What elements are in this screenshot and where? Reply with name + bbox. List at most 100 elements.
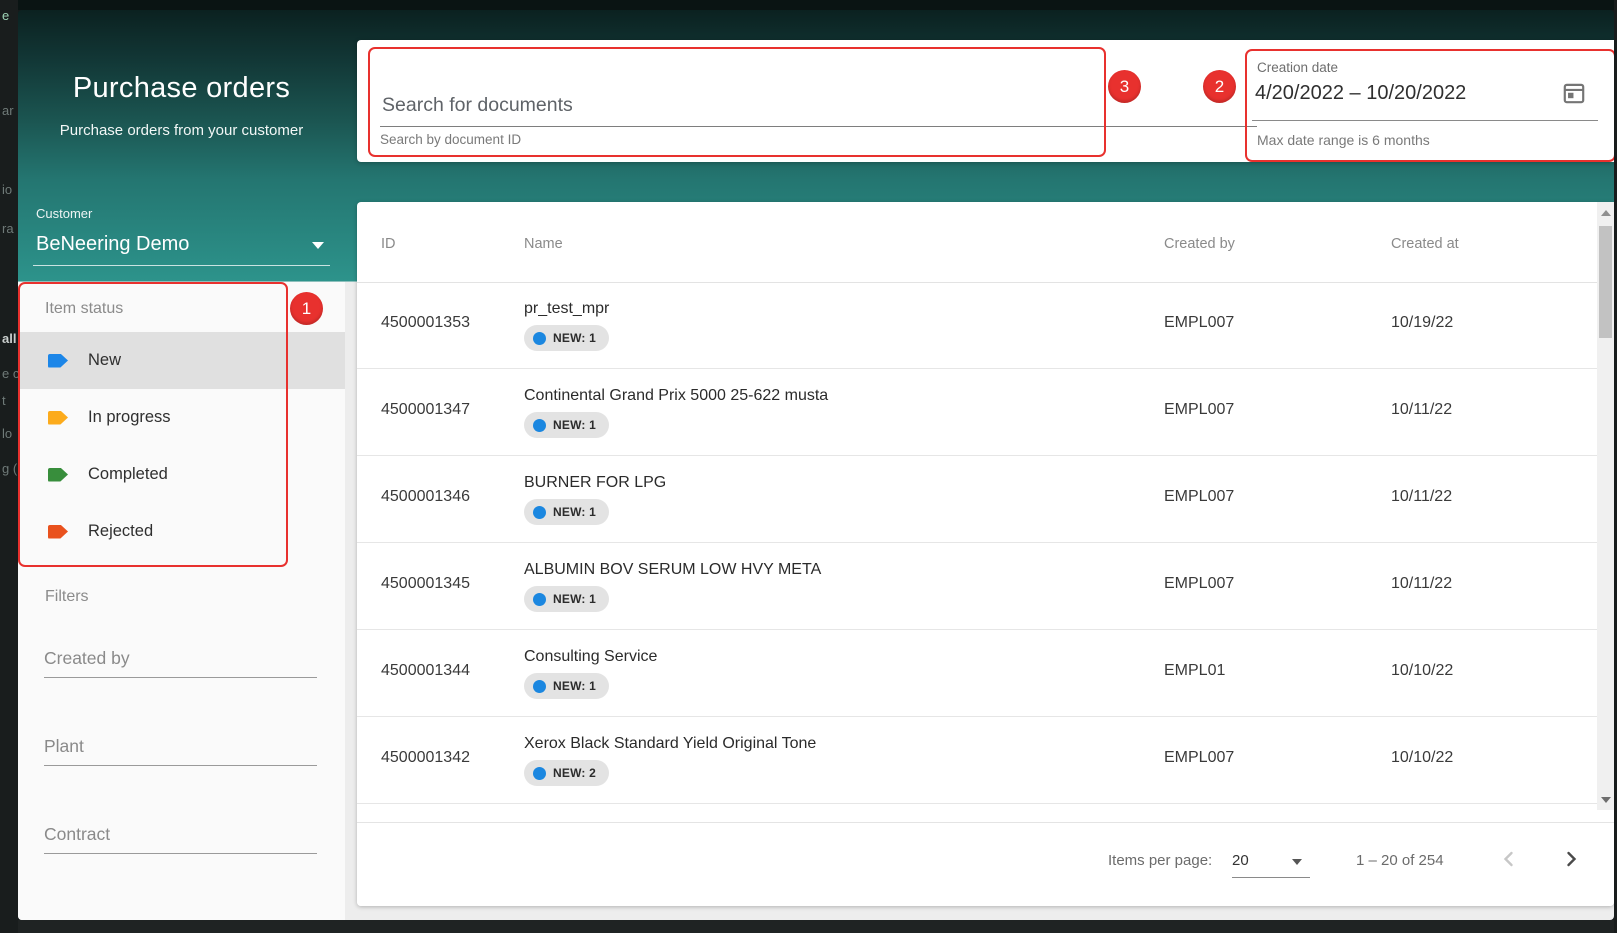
search-input[interactable] (380, 84, 1257, 127)
purchase-orders-dialog: Purchase orders Purchase orders from you… (18, 10, 1614, 920)
filter-input[interactable] (44, 732, 317, 766)
cell-name: Consulting Service (524, 648, 657, 666)
table-row[interactable]: 4500001342 Xerox Black Standard Yield Or… (357, 717, 1597, 804)
background-text-fragment: ar (2, 103, 14, 118)
status-badge-text: NEW: 1 (553, 592, 596, 606)
pagination-bar: Items per page: 20 1 – 20 of 254 (357, 822, 1614, 906)
status-dot-icon (533, 332, 546, 345)
sidebar: Purchase orders Purchase orders from you… (18, 10, 345, 920)
cell-id: 4500001353 (381, 314, 470, 332)
creation-date-underline (1252, 120, 1598, 121)
status-dot-icon (533, 767, 546, 780)
page-subtitle: Purchase orders from your customer (18, 122, 345, 139)
status-item-label: Completed (88, 465, 168, 484)
status-badge: NEW: 2 (524, 760, 609, 786)
column-header-created-at: Created at (1391, 236, 1459, 252)
cell-id: 4500001345 (381, 575, 470, 593)
column-header-created-by: Created by (1164, 236, 1235, 252)
chevron-down-icon (312, 242, 324, 249)
scroll-down-icon[interactable] (1597, 791, 1614, 808)
filter-field (44, 820, 317, 854)
filter-input[interactable] (44, 820, 317, 854)
items-per-page-label: Items per page: (1108, 852, 1212, 869)
next-page-button[interactable] (1555, 843, 1587, 875)
calendar-icon[interactable] (1561, 80, 1589, 108)
background-text-fragment: io (2, 182, 12, 197)
cell-id: 4500001347 (381, 401, 470, 419)
status-badge: NEW: 1 (524, 412, 609, 438)
search-card: Search by document ID Creation date 4/20… (357, 40, 1614, 162)
table-header: ID Name Created by Created at (357, 202, 1614, 283)
purchase-orders-table-card: ID Name Created by Created at 4500001353… (357, 202, 1614, 906)
status-badge: NEW: 1 (524, 673, 609, 699)
items-per-page-value: 20 (1232, 852, 1249, 869)
table-row[interactable]: 4500001346 BURNER FOR LPG NEW: 1 EMPL007… (357, 456, 1597, 543)
column-header-id: ID (381, 236, 396, 252)
cell-name: pr_test_mpr (524, 300, 609, 318)
background-text-fragment: e (2, 8, 9, 23)
cell-created-by: EMPL007 (1164, 749, 1234, 767)
status-tag-icon (48, 354, 68, 368)
sidebar-filter-panel: Item status New In progress Completed (18, 282, 345, 920)
pagination-range: 1 – 20 of 254 (1356, 852, 1444, 869)
customer-select[interactable]: BeNeering Demo (36, 228, 330, 264)
table-row[interactable]: 4500001344 Consulting Service NEW: 1 EMP… (357, 630, 1597, 717)
cell-created-at: 10/10/22 (1391, 749, 1453, 767)
background-text-fragment: e c (2, 366, 18, 381)
column-header-name: Name (524, 236, 563, 252)
status-badge-text: NEW: 1 (553, 418, 596, 432)
cell-id: 4500001342 (381, 749, 470, 767)
status-tag-icon (48, 468, 68, 482)
vertical-scrollbar[interactable] (1597, 202, 1614, 810)
cell-id: 4500001346 (381, 488, 470, 506)
previous-page-button[interactable] (1493, 843, 1525, 875)
creation-date-label: Creation date (1257, 60, 1338, 75)
filter-input[interactable] (44, 644, 317, 678)
status-dot-icon (533, 506, 546, 519)
cell-created-by: EMPL01 (1164, 662, 1225, 680)
item-status-list: New In progress Completed Rejected (18, 332, 345, 560)
cell-created-at: 10/10/22 (1391, 662, 1453, 680)
customer-label: Customer (36, 206, 92, 221)
filters-label: Filters (45, 588, 89, 606)
cell-created-at: 10/11/22 (1391, 575, 1452, 593)
cell-name: BURNER FOR LPG (524, 474, 666, 492)
cell-created-at: 10/11/22 (1391, 488, 1452, 506)
status-badge-text: NEW: 1 (553, 505, 596, 519)
cell-created-at: 10/11/22 (1391, 401, 1452, 419)
status-item[interactable]: In progress (18, 389, 345, 446)
cell-name: Continental Grand Prix 5000 25-622 musta (524, 387, 828, 405)
backdrop-bottom-bar (0, 920, 1617, 933)
background-text-fragment: lo (2, 426, 12, 441)
background-text-fragment: ra (2, 221, 14, 236)
cell-created-by: EMPL007 (1164, 314, 1234, 332)
table-row[interactable]: 4500001345 ALBUMIN BOV SERUM LOW HVY MET… (357, 543, 1597, 630)
status-item[interactable]: Rejected (18, 503, 345, 560)
status-tag-icon (48, 411, 68, 425)
caret-down-icon (1292, 859, 1302, 865)
table-body: 4500001353 pr_test_mpr NEW: 1 EMPL007 10… (357, 282, 1597, 804)
status-item[interactable]: Completed (18, 446, 345, 503)
status-badge-text: NEW: 1 (553, 331, 596, 345)
items-per-page-select[interactable]: 20 (1232, 845, 1310, 878)
cell-created-at: 10/19/22 (1391, 314, 1453, 332)
status-item-label: In progress (88, 408, 171, 427)
status-dot-icon (533, 680, 546, 693)
creation-date-value[interactable]: 4/20/2022 – 10/20/2022 (1255, 82, 1466, 105)
background-text-fragment: g ( (2, 461, 17, 476)
cell-name: ALBUMIN BOV SERUM LOW HVY META (524, 561, 821, 579)
status-item[interactable]: New (18, 332, 345, 389)
cell-name: Xerox Black Standard Yield Original Tone (524, 735, 816, 753)
status-badge-text: NEW: 1 (553, 679, 596, 693)
status-item-label: New (88, 351, 121, 370)
screen: earioraalle ctlog ( Purchase orders Purc… (0, 0, 1617, 933)
scrollbar-thumb[interactable] (1599, 226, 1612, 338)
scroll-up-icon[interactable] (1597, 204, 1614, 221)
cell-created-by: EMPL007 (1164, 401, 1234, 419)
customer-underline (33, 265, 330, 266)
table-row[interactable]: 4500001347 Continental Grand Prix 5000 2… (357, 369, 1597, 456)
backdrop-top-bar (0, 0, 1617, 10)
status-badge: NEW: 1 (524, 499, 609, 525)
table-row[interactable]: 4500001353 pr_test_mpr NEW: 1 EMPL007 10… (357, 282, 1597, 369)
cell-id: 4500001344 (381, 662, 470, 680)
